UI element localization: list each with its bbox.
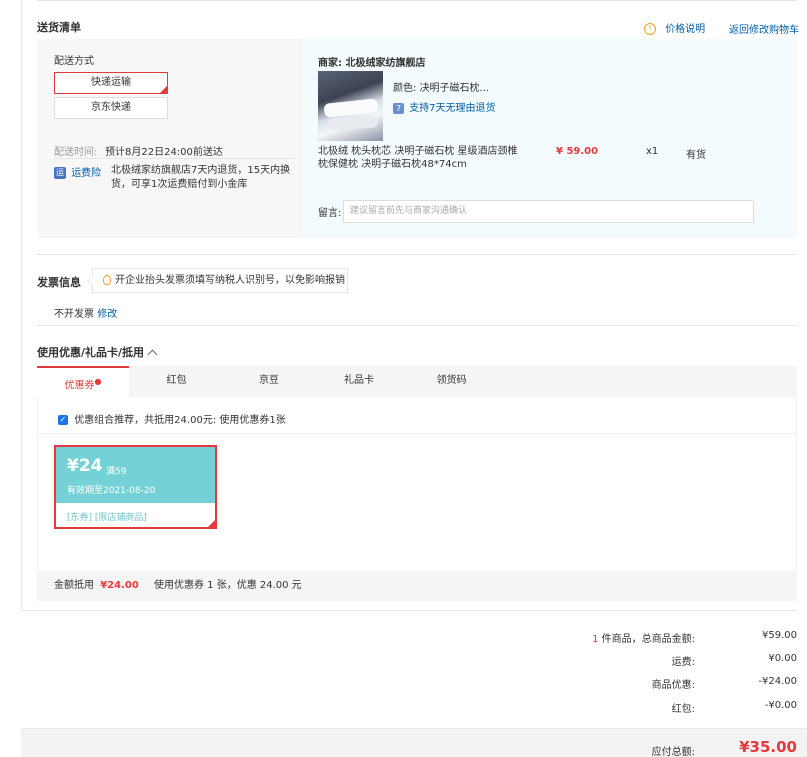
goods-amount: ¥59.00 (762, 630, 797, 641)
bottom-divider (21, 610, 797, 611)
lightbulb-icon (103, 275, 111, 285)
return-icon: 7 (393, 102, 404, 114)
discount-value: -¥24.00 (758, 676, 797, 687)
redpack-label: 红包: (671, 704, 695, 715)
invoice-title: 发票信息 (37, 276, 81, 289)
tab-pickup-code[interactable]: 领货码 (404, 366, 499, 397)
tab-coupon[interactable]: 优惠券● (37, 366, 129, 397)
delivery-title: 送货清单 (37, 21, 81, 34)
invoice-tip: 开企业抬头发票须填写纳税人识别号，以免影响报销 (87, 268, 348, 293)
product-name[interactable]: 北极绒 枕头枕芯 决明子磁石枕 星级酒店颈椎 枕保健枕 决明子磁石枕48*74c… (318, 145, 533, 171)
section-divider (37, 254, 797, 255)
insurance-icon: 运 (54, 167, 66, 179)
insurance-badge[interactable]: 运 运费险 (54, 164, 101, 179)
recommend-row[interactable]: ✓ 优惠组合推荐，共抵用24.00元: 使用优惠券1张 (58, 411, 286, 426)
top-divider (37, 0, 797, 1)
shipping-option-jd[interactable]: 京东快递 (54, 97, 168, 119)
delivery-time-value: 预计8月22日24:00前送达 (105, 147, 223, 158)
coupons-toggle[interactable]: 使用优惠/礼品卡/抵用 (37, 344, 158, 360)
chevron-up-icon (147, 349, 158, 360)
payable-label: 应付总额: (651, 747, 695, 757)
tab-giftcard[interactable]: 礼品卡 (314, 366, 404, 397)
coupon-divider (37, 433, 797, 434)
coupon-validity: 有效期至2021-08-20 (67, 486, 156, 496)
coupon-tabs: 优惠券● 红包 京豆 礼品卡 领货码 (37, 366, 797, 397)
section-divider (37, 325, 797, 326)
freight-label: 运费: (671, 657, 695, 668)
note-label: 留言: (318, 208, 342, 219)
delivery-time-label: 配送时间: (54, 147, 98, 158)
shipping-option-express[interactable]: 快递运输 (54, 72, 168, 94)
product-price: ¥ 59.00 (556, 146, 599, 157)
freight-value: ¥0.00 (768, 653, 797, 664)
delivery-divider (54, 158, 294, 159)
product-color: 颜色: 决明子磁石枕... (393, 83, 490, 94)
selected-corner-icon (159, 85, 168, 94)
method-label: 配送方式 (54, 56, 94, 67)
product-thumbnail[interactable] (318, 71, 383, 141)
coupon-condition: 满59 (106, 467, 127, 477)
discount-label: 商品优惠: (651, 680, 695, 691)
invoice-modify-link[interactable]: 修改 (97, 309, 117, 320)
coupon-amount: ¥24 (67, 456, 103, 476)
insurance-description: 北极绒家纺旗舰店7天内退货，15天内换 货，可享1次运费赔付到小金库 (111, 165, 291, 190)
price-note[interactable]: ! 价格说明 (644, 20, 705, 35)
checkbox-checked-icon[interactable]: ✓ (58, 415, 68, 425)
back-to-cart-link[interactable]: 返回修改购物车 (729, 21, 799, 36)
left-border (21, 0, 22, 610)
note-input[interactable]: 建议留言前先与商家沟通确认 (343, 200, 754, 223)
redpack-value: -¥0.00 (764, 700, 797, 711)
tab-redpack[interactable]: 红包 (129, 366, 224, 397)
merchant-info: 商家: 北极绒家纺旗舰店 (318, 58, 426, 69)
delivery-method-panel (37, 39, 302, 238)
warning-icon: ! (644, 23, 656, 35)
goods-count: 1 件商品，总商品金额: (592, 634, 695, 645)
coupon-summary: 金额抵用 ¥24.00 使用优惠券 1 张，优惠 24.00 元 (37, 571, 797, 601)
payable-amount: ¥35.00 (739, 738, 797, 756)
coupon-tags: [东券] [限店铺商品] (67, 513, 147, 523)
invoice-current: 不开发票 修改 (54, 309, 118, 320)
selected-corner-icon (207, 519, 216, 528)
coupon-card[interactable]: ¥24 满59 有效期至2021-08-20 [东券] [限店铺商品] (54, 445, 217, 529)
stock-status: 有货 (686, 150, 706, 161)
tab-jingdou[interactable]: 京豆 (224, 366, 314, 397)
return-policy: 7 支持7天无理由退货 (393, 99, 496, 114)
product-qty: x1 (646, 146, 659, 157)
